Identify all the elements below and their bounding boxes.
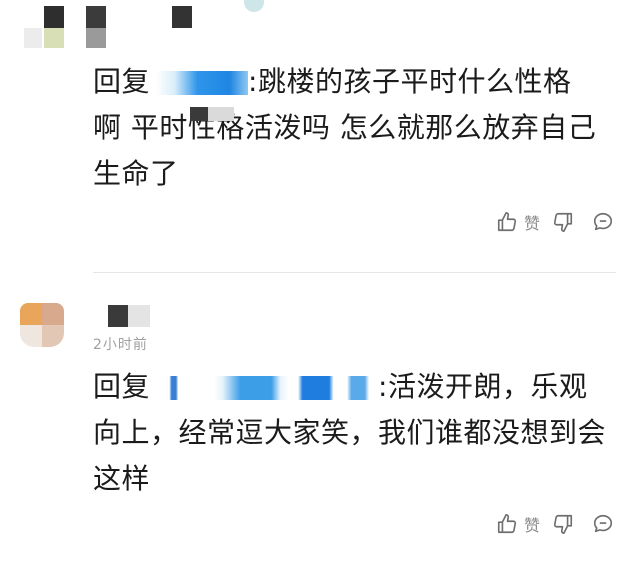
thumbs-up-icon[interactable] <box>494 511 520 537</box>
thumbs-up-icon[interactable] <box>494 209 520 235</box>
redacted-username <box>156 71 249 95</box>
comment-1-line-2: 啊 平时性格活泼吗 怎么就那么放弃自己 <box>93 111 597 144</box>
thumbs-down-icon[interactable] <box>550 209 576 235</box>
comment-bubble-icon[interactable] <box>590 511 616 537</box>
comment-1-line-3: 生命了 <box>93 157 179 190</box>
comment-1-actions: 赞 <box>494 208 616 236</box>
comment-2-actions: 赞 <box>494 510 616 538</box>
reply-prefix: 回复 <box>93 370 151 403</box>
comment-2-text: 回复:活泼开朗，乐观 向上，经常逗大家笑，我们谁都没想到会 这样 <box>93 364 606 502</box>
inline-mosaic <box>208 107 234 121</box>
comment-2-line-2: 向上，经常逗大家笑，我们谁都没想到会 <box>93 416 607 449</box>
like-label[interactable]: 赞 <box>524 210 540 234</box>
like-label[interactable]: 赞 <box>524 512 540 536</box>
thumbs-down-icon[interactable] <box>550 511 576 537</box>
comment-1-line-1: 回复:跳楼的孩子平时什么性格 <box>93 65 572 98</box>
reply-prefix: 回复 <box>93 65 151 98</box>
comment-bubble-icon[interactable] <box>590 209 616 235</box>
timestamp: 2小时前 <box>93 337 148 353</box>
inline-mosaic <box>190 107 208 121</box>
comment-1-text: 回复:跳楼的孩子平时什么性格 啊 平时性格活泼吗 怎么就那么放弃自己 生命了 <box>93 59 596 197</box>
comment-2-line-3: 这样 <box>93 462 151 495</box>
redacted-username <box>156 376 379 400</box>
avatar[interactable] <box>20 303 64 347</box>
comment-2-line-1: 回复:活泼开朗，乐观 <box>93 370 588 403</box>
comment-divider <box>93 272 616 273</box>
